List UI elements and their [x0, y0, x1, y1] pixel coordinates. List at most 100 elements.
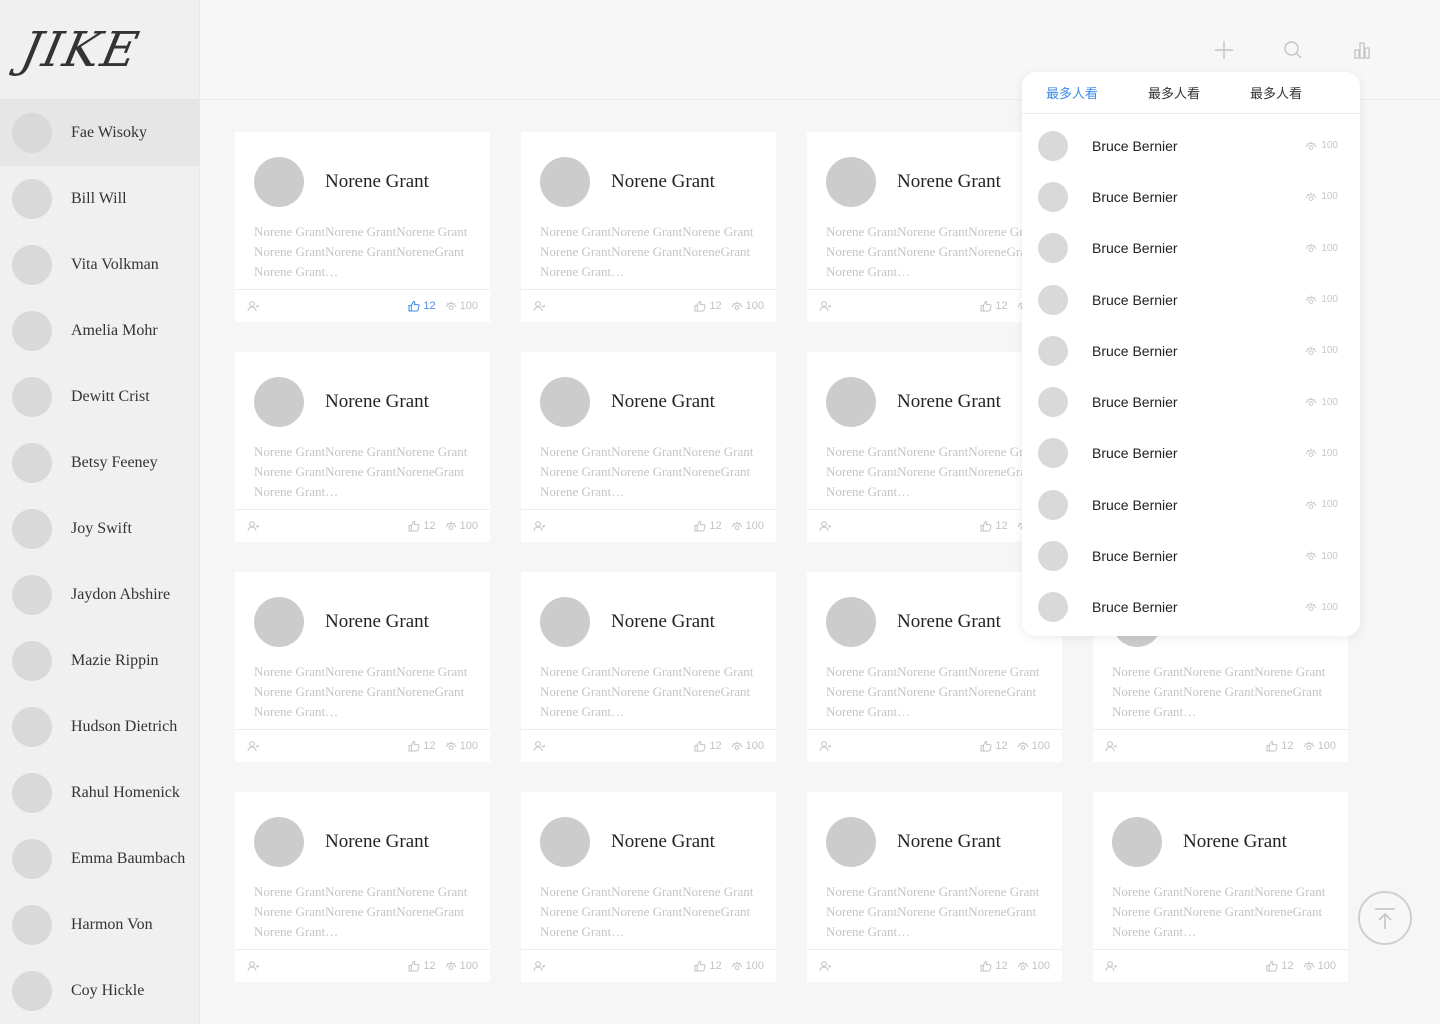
post-card[interactable]: Norene GrantNorene GrantNorene GrantNore…: [521, 792, 776, 982]
like-button[interactable]: 12: [408, 300, 436, 312]
avatar[interactable]: [540, 596, 590, 647]
like-button[interactable]: 12: [694, 960, 722, 972]
like-button[interactable]: 12: [694, 740, 722, 752]
follow-user-icon[interactable]: [533, 300, 545, 312]
sidebar-item[interactable]: Hudson Dietrich: [0, 694, 199, 760]
post-card[interactable]: Norene GrantNorene GrantNorene GrantNore…: [807, 792, 1062, 982]
post-card[interactable]: Norene GrantNorene GrantNorene GrantNore…: [235, 572, 490, 762]
post-card[interactable]: Norene GrantNorene GrantNorene GrantNore…: [1093, 792, 1348, 982]
card-title[interactable]: Norene Grant: [897, 831, 1001, 853]
follow-user-icon[interactable]: [819, 960, 831, 972]
popup-list-item[interactable]: Bruce Bernier 100: [1022, 376, 1360, 427]
popup-tab[interactable]: 最多人看: [1046, 83, 1098, 102]
avatar[interactable]: [254, 596, 304, 647]
like-button[interactable]: 12: [980, 520, 1008, 532]
avatar[interactable]: [540, 376, 590, 427]
post-card[interactable]: Norene GrantNorene GrantNorene GrantNore…: [521, 132, 776, 322]
avatar[interactable]: [540, 156, 590, 207]
like-button[interactable]: 12: [408, 960, 436, 972]
card-title[interactable]: Norene Grant: [325, 611, 429, 633]
search-icon[interactable]: [1283, 40, 1303, 60]
sidebar-item[interactable]: Rahul Homenick: [0, 760, 199, 826]
popup-tab[interactable]: 最多人看: [1250, 83, 1302, 102]
follow-user-icon[interactable]: [819, 520, 831, 532]
card-excerpt: Norene GrantNorene GrantNorene GrantNore…: [540, 884, 754, 939]
follow-user-icon[interactable]: [247, 520, 259, 532]
popup-item-name: Bruce Bernier: [1092, 240, 1178, 257]
popup-list-item[interactable]: Bruce Bernier 100: [1022, 171, 1360, 222]
like-button[interactable]: 12: [980, 740, 1008, 752]
card-title[interactable]: Norene Grant: [611, 171, 715, 193]
sidebar-item[interactable]: Coy Hickle: [0, 958, 199, 1024]
card-title[interactable]: Norene Grant: [1183, 831, 1287, 853]
like-button[interactable]: 12: [694, 520, 722, 532]
follow-user-icon[interactable]: [533, 520, 545, 532]
popup-tab[interactable]: 最多人看: [1148, 83, 1200, 102]
like-button[interactable]: 12: [980, 960, 1008, 972]
like-button[interactable]: 12: [408, 520, 436, 532]
avatar[interactable]: [826, 596, 876, 647]
sidebar-item[interactable]: Vita Volkman: [0, 232, 199, 298]
post-card[interactable]: Norene GrantNorene GrantNorene GrantNore…: [235, 352, 490, 542]
sidebar-item[interactable]: Betsy Feeney: [0, 430, 199, 496]
card-excerpt: Norene GrantNorene GrantNorene GrantNore…: [254, 444, 468, 499]
card-title[interactable]: Norene Grant: [897, 611, 1001, 633]
like-button[interactable]: 12: [1266, 960, 1294, 972]
popup-list-item[interactable]: Bruce Bernier 100: [1022, 325, 1360, 376]
like-button[interactable]: 12: [980, 300, 1008, 312]
sidebar-item[interactable]: Amelia Mohr: [0, 298, 199, 364]
card-title[interactable]: Norene Grant: [325, 831, 429, 853]
card-title[interactable]: Norene Grant: [611, 391, 715, 413]
avatar[interactable]: [254, 156, 304, 207]
avatar[interactable]: [540, 816, 590, 867]
popup-list-item[interactable]: Bruce Bernier 100: [1022, 479, 1360, 530]
post-card[interactable]: Norene GrantNorene GrantNorene GrantNore…: [521, 572, 776, 762]
view-count: 100: [1317, 740, 1336, 752]
sidebar-item[interactable]: Jaydon Abshire: [0, 562, 199, 628]
popup-list-item[interactable]: Bruce Bernier 100: [1022, 223, 1360, 274]
back-to-top-button[interactable]: [1358, 891, 1412, 945]
avatar[interactable]: [826, 156, 876, 207]
follow-user-icon[interactable]: [819, 300, 831, 312]
like-button[interactable]: 12: [694, 300, 722, 312]
sidebar-item[interactable]: Joy Swift: [0, 496, 199, 562]
sidebar-item[interactable]: Dewitt Crist: [0, 364, 199, 430]
card-title[interactable]: Norene Grant: [897, 391, 1001, 413]
post-card[interactable]: Norene GrantNorene GrantNorene GrantNore…: [235, 132, 490, 322]
popup-list-item[interactable]: Bruce Bernier 100: [1022, 120, 1360, 171]
card-title[interactable]: Norene Grant: [325, 391, 429, 413]
follow-user-icon[interactable]: [247, 300, 259, 312]
sidebar-item[interactable]: Harmon Von: [0, 892, 199, 958]
avatar[interactable]: [254, 816, 304, 867]
ranking-icon[interactable]: [1352, 40, 1372, 60]
post-card[interactable]: Norene GrantNorene GrantNorene GrantNore…: [521, 352, 776, 542]
avatar[interactable]: [254, 376, 304, 427]
plus-icon[interactable]: [1214, 40, 1234, 60]
card-title[interactable]: Norene Grant: [897, 171, 1001, 193]
post-card[interactable]: Norene GrantNorene GrantNorene GrantNore…: [235, 792, 490, 982]
sidebar-item[interactable]: Bill Will: [0, 166, 199, 232]
popup-list-item[interactable]: Bruce Bernier 100: [1022, 582, 1360, 633]
follow-user-icon[interactable]: [533, 740, 545, 752]
follow-user-icon[interactable]: [819, 740, 831, 752]
sidebar-item[interactable]: Emma Baumbach: [0, 826, 199, 892]
sidebar-item[interactable]: Mazie Rippin: [0, 628, 199, 694]
like-button[interactable]: 12: [1266, 740, 1294, 752]
popup-list-item[interactable]: Bruce Bernier 100: [1022, 530, 1360, 581]
avatar[interactable]: [826, 376, 876, 427]
card-title[interactable]: Norene Grant: [611, 831, 715, 853]
like-button[interactable]: 12: [408, 740, 436, 752]
logo[interactable]: JIKE: [0, 0, 199, 100]
follow-user-icon[interactable]: [247, 740, 259, 752]
popup-list-item[interactable]: Bruce Bernier 100: [1022, 428, 1360, 479]
follow-user-icon[interactable]: [247, 960, 259, 972]
card-title[interactable]: Norene Grant: [325, 171, 429, 193]
avatar[interactable]: [1112, 816, 1162, 867]
avatar[interactable]: [826, 816, 876, 867]
card-title[interactable]: Norene Grant: [611, 611, 715, 633]
follow-user-icon[interactable]: [533, 960, 545, 972]
popup-list-item[interactable]: Bruce Bernier 100: [1022, 274, 1360, 325]
follow-user-icon[interactable]: [1105, 740, 1117, 752]
sidebar-item[interactable]: Fae Wisoky: [0, 100, 199, 166]
follow-user-icon[interactable]: [1105, 960, 1117, 972]
